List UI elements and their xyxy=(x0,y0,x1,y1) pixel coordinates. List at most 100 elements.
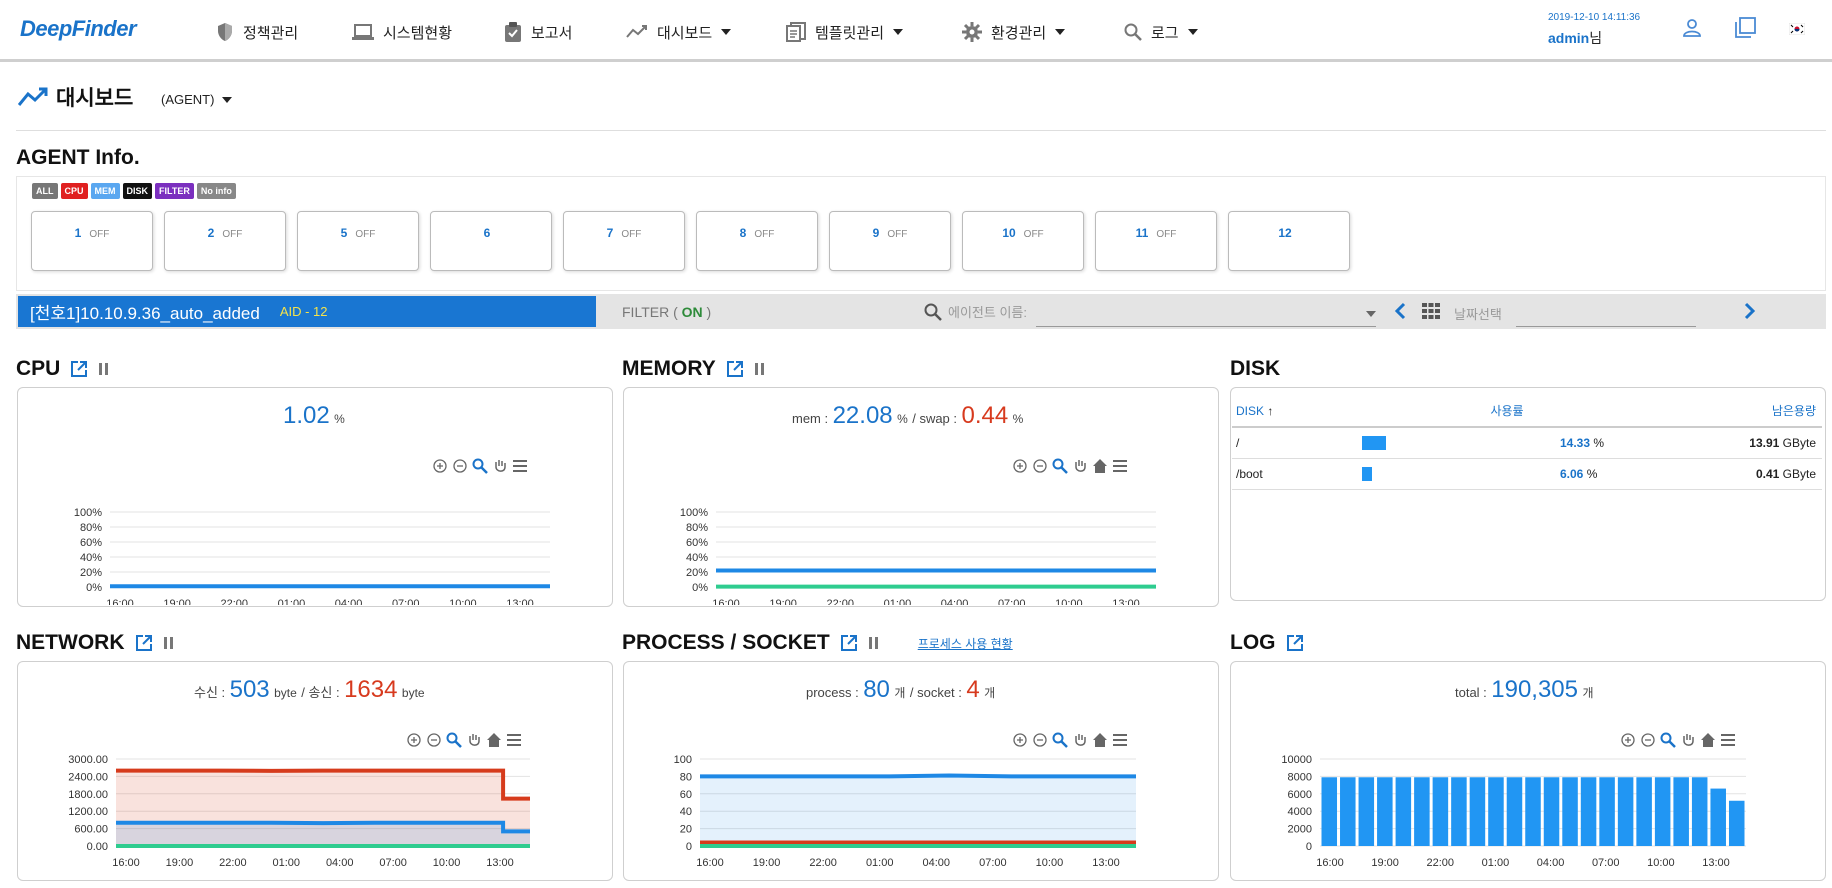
nav-policy[interactable]: 정책관리 xyxy=(216,21,298,43)
gear-icon xyxy=(962,22,982,42)
nav-log[interactable]: 로그 xyxy=(1124,21,1198,43)
log-total-unit: 개 xyxy=(1582,686,1594,700)
bar xyxy=(1599,777,1615,846)
agent-card[interactable]: 5 OFF xyxy=(297,211,419,271)
nav-dashboard[interactable]: 대시보드 xyxy=(626,21,732,43)
selected-agent[interactable]: [천호1]10.10.9.36_auto_added AID - 12 xyxy=(18,296,596,327)
page-header: 대시보드 xyxy=(18,82,133,112)
y-tick-label: 2000 xyxy=(1288,824,1312,836)
agent-selector[interactable]: (AGENT) xyxy=(161,92,233,107)
sock-value: 4 xyxy=(966,676,980,703)
y-tick-label: 3000.00 xyxy=(68,754,108,766)
agent-search-placeholder: 에이전트 이름: xyxy=(948,305,1027,320)
col-disk[interactable]: DISK ↑ xyxy=(1232,395,1362,428)
memory-title: MEMORY xyxy=(622,357,716,380)
agent-aid: AID - 12 xyxy=(279,304,328,319)
tx-unit: byte xyxy=(401,686,425,700)
x-tick-label: 04:00 xyxy=(923,857,951,869)
external-link-icon[interactable] xyxy=(135,634,153,652)
external-link-icon[interactable] xyxy=(1286,634,1304,652)
external-link-icon[interactable] xyxy=(840,634,858,652)
external-link-icon[interactable] xyxy=(726,360,744,378)
legend-disk[interactable]: DISK xyxy=(122,183,153,199)
pause-icon[interactable] xyxy=(98,362,110,376)
agent-id: 12 xyxy=(1278,226,1292,240)
x-tick-label: 04:00 xyxy=(1537,857,1565,869)
nav-system-status[interactable]: 시스템현황 xyxy=(352,21,452,43)
network-widget-header: NETWORK xyxy=(16,631,175,655)
agent-card[interactable]: 12 xyxy=(1228,211,1350,271)
agent-id: 5 xyxy=(340,226,348,240)
bar xyxy=(1340,777,1356,846)
bar xyxy=(1414,777,1430,846)
agent-card[interactable]: 6 xyxy=(430,211,552,271)
bar xyxy=(1562,777,1578,846)
disk-table: DISK ↑ 사용률 남은용량 / 14.33 % 13.91 GByte /b… xyxy=(1232,395,1822,490)
agent-card[interactable]: 9 OFF xyxy=(829,211,951,271)
process-value-display: process : 80 개 / socket : 4 개 xyxy=(806,676,995,704)
y-tick-label: 20% xyxy=(80,567,102,579)
legend-mem[interactable]: MEM xyxy=(90,183,120,199)
memory-widget-header: MEMORY xyxy=(622,357,766,381)
disk-free: 0.41 xyxy=(1755,466,1780,481)
agent-search-input[interactable] xyxy=(1036,326,1376,327)
chevron-right-icon[interactable] xyxy=(1744,302,1756,320)
legend-all[interactable]: ALL xyxy=(32,183,58,199)
legend-cpu[interactable]: CPU xyxy=(60,183,88,199)
bar xyxy=(1525,777,1541,846)
user-suffix: 님 xyxy=(1589,30,1603,46)
date-input[interactable] xyxy=(1516,326,1696,327)
bar xyxy=(1617,777,1634,846)
x-tick-label: 07:00 xyxy=(998,598,1026,605)
external-link-icon[interactable] xyxy=(70,360,88,378)
nav-report-label: 보고서 xyxy=(531,24,573,42)
x-tick-label: 22:00 xyxy=(221,598,249,605)
agent-status: OFF xyxy=(355,229,376,240)
agent-card[interactable]: 8 OFF xyxy=(696,211,818,271)
nav-template[interactable]: 템플릿관리 xyxy=(786,21,904,43)
chevron-left-icon[interactable] xyxy=(1394,302,1406,320)
process-usage-link[interactable]: 프로세스 사용 현황 xyxy=(918,635,1013,652)
agent-status: OFF xyxy=(621,229,642,240)
calendar-grid-icon[interactable] xyxy=(1422,303,1440,319)
table-row: / 14.33 % 13.91 GByte xyxy=(1232,427,1822,459)
date-picker[interactable]: 날짜선택 xyxy=(1454,304,1502,323)
y-tick-label: 40% xyxy=(686,552,708,564)
legend-no-info[interactable]: No info xyxy=(196,183,236,199)
windows-icon[interactable] xyxy=(1734,17,1756,39)
chevron-down-icon[interactable] xyxy=(1366,311,1376,317)
usage-bar xyxy=(1362,466,1373,481)
nav-report[interactable]: 보고서 xyxy=(504,21,572,43)
pause-icon[interactable] xyxy=(868,636,880,650)
agent-card[interactable]: 11 OFF xyxy=(1095,211,1217,271)
agent-card[interactable]: 2 OFF xyxy=(164,211,286,271)
app-logo[interactable]: DeepFinder xyxy=(20,16,137,42)
nav-settings[interactable]: 환경관리 xyxy=(962,21,1066,43)
y-tick-label: 80% xyxy=(80,522,102,534)
legend-filter[interactable]: FILTER xyxy=(155,183,194,199)
agent-card[interactable]: 10 OFF xyxy=(962,211,1084,271)
current-datetime: 2019-12-10 14:11:36 xyxy=(1548,12,1641,23)
pause-icon[interactable] xyxy=(163,636,175,650)
agent-search[interactable]: 에이전트 이름: xyxy=(924,302,1027,321)
bar xyxy=(1469,777,1486,846)
table-row: /boot 6.06 % 0.41 GByte xyxy=(1232,458,1822,490)
pause-icon[interactable] xyxy=(754,362,766,376)
filter-toggle[interactable]: FILTER ( ON ) xyxy=(622,304,711,320)
agent-card[interactable]: 7 OFF xyxy=(563,211,685,271)
col-usage[interactable]: 사용률 xyxy=(1362,395,1652,428)
disk-title: DISK xyxy=(1230,357,1281,380)
korea-flag-icon[interactable] xyxy=(1789,23,1805,35)
log-chart: 0 2000 4000 6000 8000 10000 16:00 19:00 22:00 01:… xyxy=(1281,754,1746,869)
disk-table-header: DISK ↑ 사용률 남은용량 xyxy=(1232,395,1822,428)
user-profile-icon[interactable] xyxy=(1682,18,1702,38)
agent-card[interactable]: 1 OFF xyxy=(31,211,153,271)
col-free[interactable]: 남은용량 xyxy=(1652,395,1822,428)
disk-free-cell: 13.91 GByte xyxy=(1652,427,1822,459)
y-tick-label: 0.00 xyxy=(87,841,108,853)
memory-value-display: mem : 22.08 % / swap : 0.44 % xyxy=(792,402,1023,430)
y-tick-label: 20% xyxy=(686,567,708,579)
user-name[interactable]: admin님 xyxy=(1548,28,1602,48)
agent-status: OFF xyxy=(1023,229,1044,240)
y-tick-label: 1800.00 xyxy=(68,789,108,801)
